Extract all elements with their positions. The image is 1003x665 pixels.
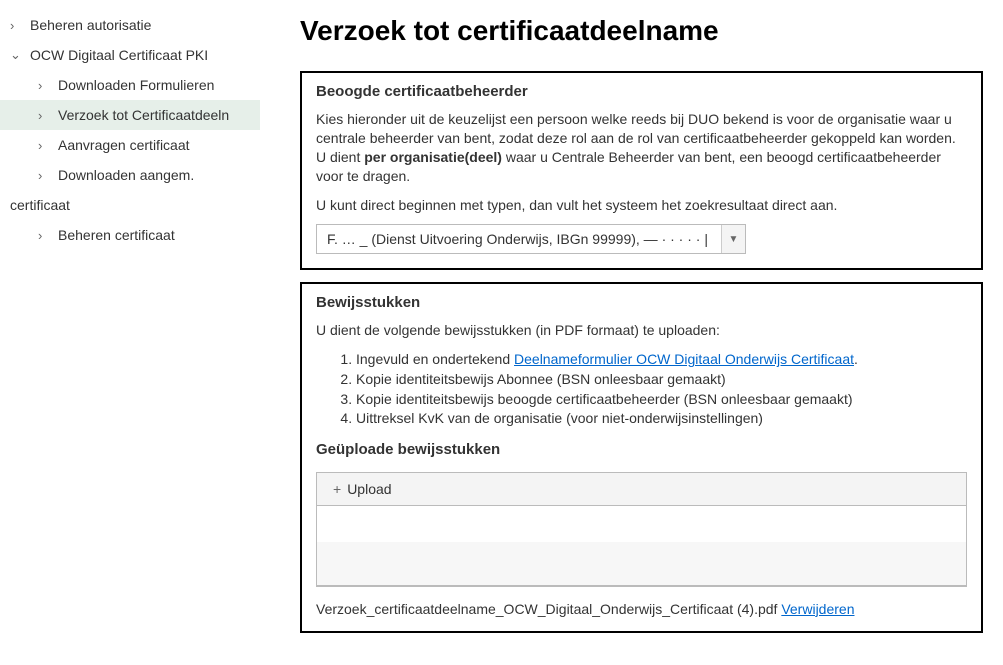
page-title: Verzoek tot certificaatdeelname [300, 15, 983, 47]
chevron-right-icon: › [38, 108, 52, 123]
nav-label: certificaat [10, 197, 70, 213]
nav-label: Aanvragen certificaat [58, 137, 190, 153]
bewijsstukken-list: Ingevuld en ondertekend Deelnameformulie… [316, 350, 967, 428]
nav-downloaden-aangem[interactable]: › Downloaden aangem. [0, 160, 260, 190]
panel-title: Bewijsstukken [316, 294, 967, 311]
uploaded-file-row: Verzoek_certificaatdeelname_OCW_Digitaal… [316, 601, 967, 617]
chevron-right-icon: › [38, 138, 52, 153]
chevron-right-icon: › [10, 18, 24, 33]
uploaded-title: Geüploade bewijsstukken [316, 441, 967, 458]
chevron-right-icon: › [38, 228, 52, 243]
chevron-right-icon: › [38, 78, 52, 93]
chevron-right-icon: › [38, 168, 52, 183]
nav-ocw-pki[interactable]: ⌄ OCW Digitaal Certificaat PKI [0, 40, 260, 70]
beheerder-dropdown[interactable]: F. … _ (Dienst Uitvoering Onderwijs, IBG… [316, 224, 746, 254]
upload-label: Upload [347, 481, 391, 497]
remove-file-link[interactable]: Verwijderen [781, 601, 854, 617]
nav-downloaden-formulieren[interactable]: › Downloaden Formulieren [0, 70, 260, 100]
nav-certificaat-plain: certificaat [0, 190, 260, 220]
nav-verzoek-certificaatdeeln[interactable]: › Verzoek tot Certificaatdeeln [0, 100, 260, 130]
upload-button[interactable]: + Upload [317, 473, 966, 506]
panel-beoogde-beheerder: Beoogde certificaatbeheerder Kies hieron… [300, 71, 983, 270]
nav-beheren-autorisatie[interactable]: › Beheren autorisatie [0, 10, 260, 40]
list-item: Uittreksel KvK van de organisatie (voor … [356, 409, 967, 429]
nav-aanvragen-certificaat[interactable]: › Aanvragen certificaat [0, 130, 260, 160]
list-item: Ingevuld en ondertekend Deelnameformulie… [356, 350, 967, 370]
list-item: Kopie identiteitsbewijs beoogde certific… [356, 390, 967, 410]
nav-label: Downloaden aangem. [58, 167, 194, 183]
panel-title: Beoogde certificaatbeheerder [316, 83, 967, 100]
main-content: Verzoek tot certificaatdeelname Beoogde … [260, 0, 1003, 665]
panel-bewijsstukken: Bewijsstukken U dient de volgende bewijs… [300, 282, 983, 632]
sidebar: › Beheren autorisatie ⌄ OCW Digitaal Cer… [0, 0, 260, 665]
panel-hint: U kunt direct beginnen met typen, dan vu… [316, 196, 967, 215]
nav-label: OCW Digitaal Certificaat PKI [30, 47, 208, 63]
upload-ghost [317, 542, 966, 586]
nav-label: Downloaden Formulieren [58, 77, 214, 93]
upload-area: + Upload [316, 472, 967, 587]
nav-label: Beheren certificaat [58, 227, 175, 243]
panel-description: Kies hieronder uit de keuzelijst een per… [316, 110, 967, 186]
chevron-down-icon[interactable]: ▼ [721, 225, 745, 253]
file-name: Verzoek_certificaatdeelname_OCW_Digitaal… [316, 601, 781, 617]
list-item: Kopie identiteitsbewijs Abonnee (BSN onl… [356, 370, 967, 390]
chevron-down-icon: ⌄ [10, 47, 24, 63]
nav-beheren-certificaat[interactable]: › Beheren certificaat [0, 220, 260, 250]
nav-label: Beheren autorisatie [30, 17, 151, 33]
nav-label: Verzoek tot Certificaatdeeln [58, 107, 229, 123]
dropdown-value: F. … _ (Dienst Uitvoering Onderwijs, IBG… [317, 231, 721, 247]
panel-intro: U dient de volgende bewijsstukken (in PD… [316, 321, 967, 340]
upload-slot [317, 506, 966, 542]
deelnameformulier-link[interactable]: Deelnameformulier OCW Digitaal Onderwijs… [514, 351, 854, 367]
plus-icon: + [333, 481, 341, 497]
